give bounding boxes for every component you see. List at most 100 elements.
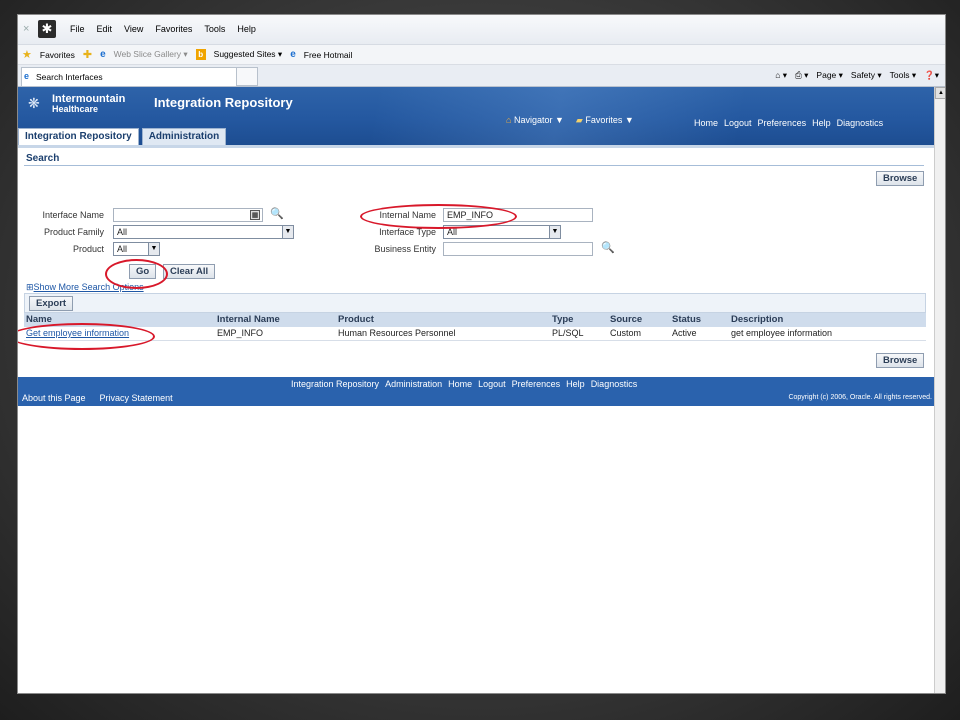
app-icon: ✱: [38, 20, 56, 38]
page-menu[interactable]: Page ▾: [816, 70, 842, 81]
browser-menu-bar: × ✱ File Edit View Favorites Tools Help: [18, 15, 945, 45]
add-favorite-icon[interactable]: ✚: [83, 48, 92, 61]
navigator-menu[interactable]: ⌂ Navigator ▼: [506, 115, 564, 126]
tab-integration-repository[interactable]: Integration Repository: [18, 128, 139, 145]
footer-link-diagnostics[interactable]: Diagnostics: [591, 379, 638, 389]
favorites-star-icon: ★: [22, 49, 32, 61]
menu-help[interactable]: Help: [237, 24, 256, 34]
results-table: Export Name Internal Name Product Type S…: [24, 293, 926, 341]
browser-tab-title: Search Interfaces: [36, 72, 103, 82]
scroll-marker: [945, 692, 946, 694]
results-toolbar: Export: [24, 293, 926, 313]
interface-name-label: Interface Name: [42, 210, 104, 220]
search-icon[interactable]: 🔍: [601, 241, 615, 254]
table-header: Name Internal Name Product Type Source S…: [24, 313, 926, 327]
section-divider: [24, 165, 924, 166]
menu-edit[interactable]: Edit: [97, 24, 113, 34]
interface-name-input[interactable]: [113, 208, 263, 222]
clear-all-button[interactable]: Clear All: [163, 264, 216, 279]
col-source[interactable]: Source: [610, 313, 672, 327]
scroll-up-icon[interactable]: ▲: [935, 87, 945, 99]
command-bar: ⌂ ▾ ⎙ ▾ Page ▾ Safety ▾ Tools ▾ ❓▾: [775, 70, 939, 81]
chevron-down-icon: ▼: [282, 226, 293, 238]
suggested-sites-link[interactable]: Suggested Sites ▾: [214, 49, 283, 60]
annotation-circle-go: [105, 259, 168, 289]
search-title: Search: [26, 153, 60, 164]
app-title: Integration Repository: [154, 95, 293, 110]
business-entity-input[interactable]: [443, 242, 593, 256]
preferences-link[interactable]: Preferences: [758, 118, 807, 128]
global-menus: ⌂ Navigator ▼ ▰ Favorites ▼: [506, 115, 634, 126]
favorites-button[interactable]: Favorites: [40, 50, 75, 60]
diagnostics-link[interactable]: Diagnostics: [837, 118, 884, 128]
cell-type: PL/SQL: [552, 328, 584, 338]
search-icon[interactable]: 🔍: [270, 207, 284, 220]
col-internal-name[interactable]: Internal Name: [217, 313, 338, 327]
about-page-link[interactable]: About this Page: [22, 393, 86, 403]
tab-administration[interactable]: Administration: [141, 128, 227, 145]
annotation-circle-result-link: [18, 323, 155, 350]
table-row: Get employee information EMP_INFO Human …: [24, 327, 926, 341]
calculator-icon[interactable]: ▦: [250, 210, 260, 220]
footer-link-administration[interactable]: Administration: [385, 379, 442, 389]
home-icon[interactable]: ⌂ ▾: [775, 70, 787, 81]
footer-link-preferences[interactable]: Preferences: [512, 379, 561, 389]
safety-menu[interactable]: Safety ▾: [851, 70, 882, 81]
bing-icon: b: [195, 49, 206, 60]
help-icon[interactable]: ❓▾: [924, 70, 939, 81]
ie-icon: e: [290, 49, 296, 60]
annotation-circle-internal-name: [360, 204, 517, 229]
menu-file[interactable]: File: [70, 24, 85, 34]
folder-icon: ▰: [575, 115, 583, 125]
tools-menu[interactable]: Tools ▾: [890, 70, 916, 81]
browser-tab-bar: e Search Interfaces ⌂ ▾ ⎙ ▾ Page ▾ Safet…: [18, 65, 945, 87]
close-icon[interactable]: ×: [23, 23, 29, 35]
expand-icon: ⊞: [26, 282, 34, 292]
global-links: Home Logout Preferences Help Diagnostics: [694, 118, 883, 128]
menu-favorites[interactable]: Favorites: [155, 24, 192, 34]
vertical-scrollbar[interactable]: ▲: [934, 87, 946, 694]
browse-button-bottom[interactable]: Browse: [876, 353, 925, 368]
browser-window: × ✱ File Edit View Favorites Tools Help …: [17, 14, 946, 694]
footer-link-help[interactable]: Help: [566, 379, 585, 389]
menu-tools[interactable]: Tools: [204, 24, 225, 34]
col-product[interactable]: Product: [338, 313, 552, 327]
print-icon[interactable]: ⎙ ▾: [795, 70, 808, 81]
favorites-menu[interactable]: ▰ Favorites ▼: [576, 115, 634, 126]
col-status[interactable]: Status: [672, 313, 731, 327]
home-link[interactable]: Home: [694, 118, 718, 128]
logo-mark-icon: ❋: [28, 95, 40, 111]
new-tab-button[interactable]: [236, 67, 258, 86]
page-footer: Integration Repository Administration Ho…: [18, 377, 934, 406]
footer-left-links: About this Page Privacy Statement: [22, 393, 173, 403]
footer-link-integration-repository[interactable]: Integration Repository: [291, 379, 379, 389]
browse-button-top[interactable]: Browse: [876, 171, 925, 186]
col-type[interactable]: Type: [552, 313, 610, 327]
browser-tab[interactable]: e Search Interfaces: [21, 67, 237, 86]
cell-internal-name: EMP_INFO: [217, 328, 264, 338]
menu-view[interactable]: View: [124, 24, 143, 34]
copyright: Copyright (c) 2006, Oracle. All rights r…: [788, 394, 932, 401]
ie-icon: e: [24, 71, 30, 81]
business-entity-label: Business Entity: [374, 244, 436, 254]
cell-product: Human Resources Personnel: [338, 328, 456, 338]
logout-link[interactable]: Logout: [724, 118, 752, 128]
export-button[interactable]: Export: [29, 296, 74, 311]
tab-divider: [18, 145, 934, 148]
privacy-link[interactable]: Privacy Statement: [100, 393, 173, 403]
web-slice-gallery-link[interactable]: Web Slice Gallery ▾: [114, 49, 188, 60]
app-tabs: Integration Repository Administration: [18, 128, 229, 145]
chevron-down-icon: ▼: [549, 226, 560, 238]
favorites-bar: ★ Favorites ✚ e Web Slice Gallery ▾ b Su…: [18, 45, 945, 65]
free-hotmail-link[interactable]: Free Hotmail: [304, 50, 353, 60]
product-family-label: Product Family: [43, 227, 104, 237]
menu-list: File Edit View Favorites Tools Help: [70, 24, 256, 34]
product-select[interactable]: All ▼: [113, 242, 160, 256]
footer-link-home[interactable]: Home: [448, 379, 472, 389]
help-link[interactable]: Help: [812, 118, 831, 128]
col-description[interactable]: Description: [731, 313, 926, 327]
cell-description: get employee information: [731, 328, 833, 338]
footer-link-logout[interactable]: Logout: [478, 379, 506, 389]
product-family-select[interactable]: All ▼: [113, 225, 294, 239]
chevron-down-icon: ▼: [148, 243, 159, 255]
